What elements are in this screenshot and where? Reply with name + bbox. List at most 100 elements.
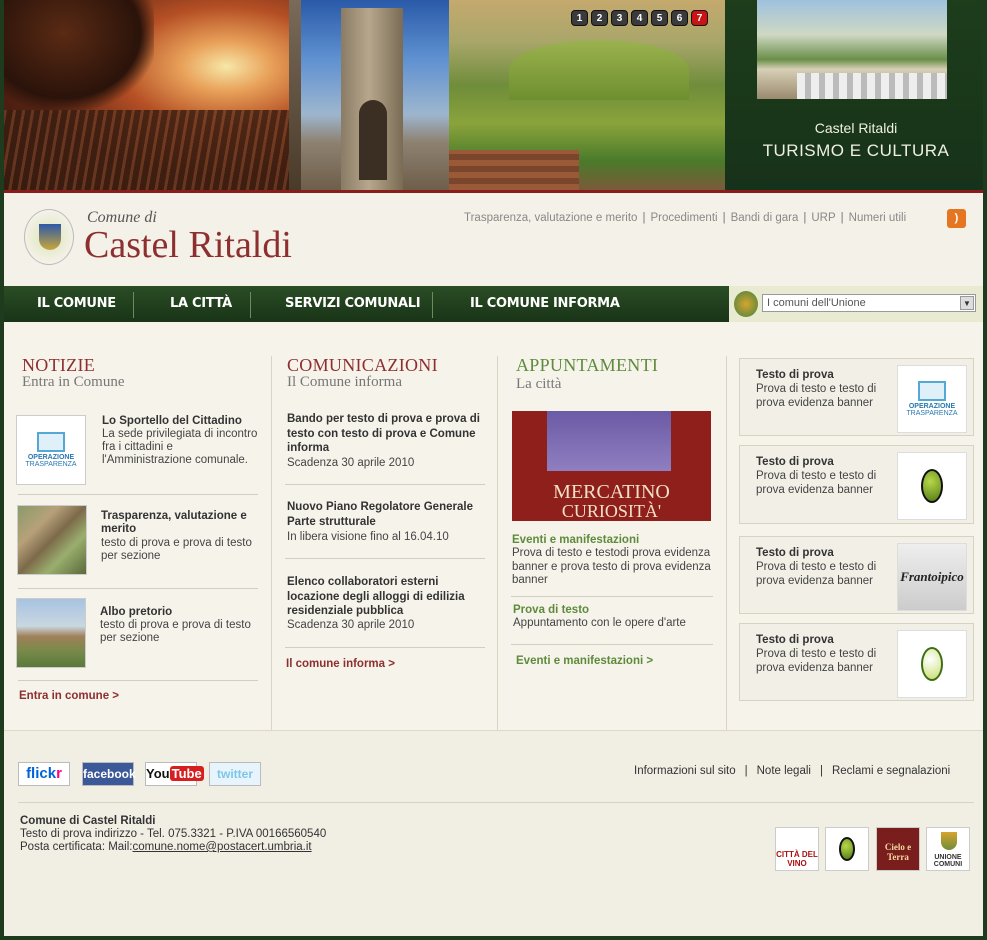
nav-il-comune[interactable]: IL COMUNE [37,286,116,322]
main-nav: IL COMUNE LA CITTÀ SERVIZI COMUNALI IL C… [4,286,983,322]
facebook-icon[interactable]: facebook [82,762,136,786]
appt-title-prova[interactable]: Prova di testo [513,604,589,616]
tourism-heading[interactable]: TURISMO E CULTURA [725,141,983,161]
chevron-down-icon[interactable]: ▼ [960,296,974,310]
news-title-albo[interactable]: Albo pretorio [100,606,172,619]
news-title-sportello[interactable]: Lo Sportello del Cittadino [102,415,242,428]
news-title-trasparenza[interactable]: Trasparenza, valutazione e merito [101,510,261,536]
comm-date-bando: Scadenza 30 aprile 2010 [287,457,415,469]
comm-date-piano: In libera visione fino al 16.04.10 [287,531,449,543]
news-text-sportello: La sede privilegiata di incontro fra i c… [102,428,258,466]
footer-organization: Comune di Castel Ritaldi [20,815,156,827]
divider [285,558,485,559]
sportello-thumb[interactable]: OPERAZIONE TRASPARENZA [16,415,86,485]
union-crest-icon [734,291,758,317]
banner-3[interactable]: Testo di prova Prova di testo e testo di… [739,536,974,614]
citta-del-vino-logo[interactable]: CITTÀ DEL VINO [775,827,819,871]
link-numeri-utili[interactable]: Numeri utili [849,212,907,224]
site-title[interactable]: Castel Ritaldi [84,223,292,267]
divider [285,647,485,648]
pec-email-link[interactable]: comune.nome@postacert.umbria.it [132,841,311,853]
news-text-trasparenza: testo di prova e prova di testo per sezi… [101,537,252,562]
link-bandi[interactable]: Bandi di gara [731,212,799,224]
nav-divider [250,292,251,318]
comm-title-piano[interactable]: Nuovo Piano Regolatore Generale Parte st… [287,500,487,529]
slide-photo-tower [301,0,449,190]
masthead: Comune di Castel Ritaldi Trasparenza, va… [4,193,983,286]
comuni-unione-select[interactable]: I comuni dell'Unione ▼ [762,294,976,312]
tourism-panel[interactable]: Castel Ritaldi TURISMO E CULTURA [725,0,983,190]
slide-button-2[interactable]: 2 [591,10,608,26]
olive-oil-logo-icon [897,630,967,698]
nav-divider [432,292,433,318]
link-trasparenza[interactable]: Trasparenza, valutazione e merito [464,212,637,224]
slide-photo-edge [289,0,301,190]
banner-title: Testo di prova [756,634,834,646]
link-urp[interactable]: URP [811,212,835,224]
slide-button-6[interactable]: 6 [671,10,688,26]
mercatino-line2: CURIOSITÀ' [561,501,662,521]
comm-title-bando[interactable]: Bando per testo di prova e prova di test… [287,412,482,456]
link-note-legali[interactable]: Note legali [757,765,811,777]
slide-button-7[interactable]: 7 [691,10,708,26]
frantoipico-logo: Frantoipico [897,543,967,611]
entra-in-comune-link[interactable]: Entra in comune > [19,690,119,702]
slide-button-1[interactable]: 1 [571,10,588,26]
divider [18,680,258,681]
footer-divider [18,802,974,803]
twitter-icon[interactable]: twitter [209,762,261,786]
appt-title-eventi[interactable]: Eventi e manifestazioni [512,534,639,546]
banner-title: Testo di prova [756,547,834,559]
il-comune-informa-link[interactable]: Il comune informa > [286,658,395,670]
albo-thumb[interactable] [16,598,86,668]
unione-comuni-logo[interactable]: UNIONE COMUNI [926,827,970,871]
banner-text: Prova di testo e testo di prova evidenza… [756,561,877,587]
divider [18,494,258,495]
cielo-e-terra-logo[interactable]: Cielo e Terra [876,827,920,871]
divider [285,484,485,485]
mercatino-image[interactable]: MERCATINO CURIOSITÀ' [512,411,711,521]
trasparenza-thumb[interactable] [17,505,87,575]
youtube-icon[interactable]: You Tube [145,762,204,786]
nav-il-comune-informa[interactable]: IL COMUNE INFORMA [470,286,620,322]
column-divider [726,356,727,730]
banner-title: Testo di prova [756,456,834,468]
footer-address: Testo di prova indirizzo - Tel. 075.3321… [20,828,327,840]
appuntamenti-title: APPUNTAMENTI [516,355,659,375]
slideshow-pager: 1 2 3 4 5 6 7 [571,10,708,26]
banner-1[interactable]: Testo di prova Prova di testo e testo di… [739,358,974,436]
comm-date-elenco: Scadenza 30 aprile 2010 [287,619,415,631]
rss-icon[interactable]: ) [947,209,966,228]
comm-title-elenco[interactable]: Elenco collaboratori esterni locazione d… [287,575,482,619]
appuntamenti-subtitle: La città [516,376,562,392]
house-icon [918,381,946,401]
olive-logo-icon [897,452,967,520]
banner-4[interactable]: Testo di prova Prova di testo e testo di… [739,623,974,701]
banner-2[interactable]: Testo di prova Prova di testo e testo di… [739,445,974,524]
banner-text: Prova di testo e testo di prova evidenza… [756,648,877,674]
slide-button-3[interactable]: 3 [611,10,628,26]
flickr-icon[interactable]: flickr [18,762,70,786]
link-informazioni[interactable]: Informazioni sul sito [634,765,736,777]
slide-button-5[interactable]: 5 [651,10,668,26]
link-reclami[interactable]: Reclami e segnalazioni [832,765,950,777]
town-crest-icon[interactable] [24,209,74,265]
slide-button-4[interactable]: 4 [631,10,648,26]
link-procedimenti[interactable]: Procedimenti [650,212,717,224]
tourism-photo[interactable] [757,0,947,99]
tourism-town: Castel Ritaldi [814,120,898,136]
appt-text-prova: Appuntamento con le opere d'arte [513,617,686,629]
eventi-manifestazioni-link[interactable]: Eventi e manifestazioni > [516,655,653,667]
banner-text: Prova di testo e testo di prova evidenza… [756,470,877,496]
slide-photo-hills [449,0,725,190]
news-text-albo: testo di prova e prova di testo per sezi… [100,619,251,644]
header-slideshow: 1 2 3 4 5 6 7 Castel Ritaldi TURISMO E C… [4,0,983,192]
nav-la-citta[interactable]: LA CITTÀ [170,286,232,322]
footer-pec: Posta certificata: Mail:comune.nome@post… [20,841,312,853]
operazione-trasparenza-logo: OPERAZIONE TRASPARENZA [897,365,967,433]
olive-partner-logo-icon[interactable] [825,827,869,871]
column-divider [271,356,272,730]
column-divider [497,356,498,730]
page-frame: 1 2 3 4 5 6 7 Castel Ritaldi TURISMO E C… [0,0,987,940]
nav-servizi-comunali[interactable]: SERVIZI COMUNALI [285,286,421,322]
